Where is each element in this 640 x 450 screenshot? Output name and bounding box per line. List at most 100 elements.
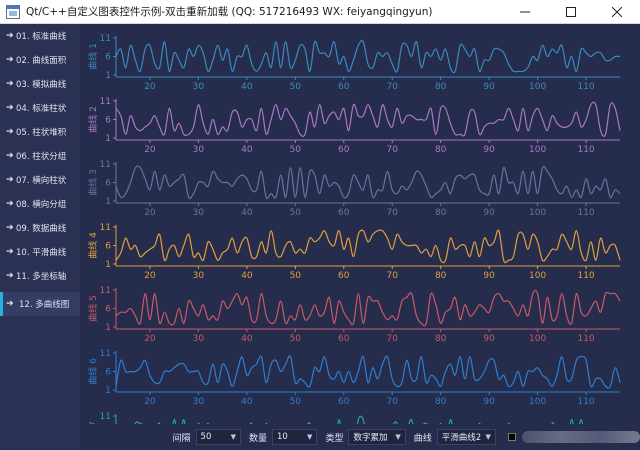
count-value: 10 xyxy=(277,432,288,442)
sidebar-item-label: 04. 标准柱状 xyxy=(16,104,67,114)
sidebar-item-08[interactable]: ➔ 08. 横向分组 xyxy=(0,192,80,216)
interval-value: 50 xyxy=(200,432,212,442)
x-tick-label: 20 xyxy=(144,82,156,92)
arrow-right-icon: ➔ xyxy=(6,127,14,137)
x-tick-label: 100 xyxy=(529,397,546,407)
color-swatch[interactable] xyxy=(507,433,516,441)
x-tick-label: 70 xyxy=(387,334,399,344)
x-tick-label: 40 xyxy=(241,82,253,92)
series-label: 曲线 1 xyxy=(87,43,99,70)
x-tick-label: 20 xyxy=(144,271,156,281)
sidebar-item-02[interactable]: ➔ 02. 曲线面积 xyxy=(0,48,80,72)
sidebar-item-04[interactable]: ➔ 04. 标准柱状 xyxy=(0,96,80,120)
sidebar-item-03[interactable]: ➔ 03. 模拟曲线 xyxy=(0,72,80,96)
x-tick-label: 60 xyxy=(338,208,350,218)
x-tick-label: 100 xyxy=(529,208,546,218)
x-tick-label: 60 xyxy=(338,397,350,407)
sidebar-item-01[interactable]: ➔ 01. 标准曲线 xyxy=(0,24,80,48)
x-tick-label: 110 xyxy=(577,334,594,344)
y-tick-label: 6 xyxy=(105,179,111,189)
blurred-watermark xyxy=(521,431,640,443)
sidebar-item-07[interactable]: ➔ 07. 横向柱状 xyxy=(0,168,80,192)
x-tick-label: 40 xyxy=(241,334,253,344)
series-label: 曲线 5 xyxy=(87,295,99,322)
arrow-right-icon: ➔ xyxy=(6,103,14,113)
multi-curve-chart-area[interactable]: 1 6 11 20 30 40 50 60 70 80 90 100 110 曲线 1 1 6 11 20 30 40… xyxy=(86,26,634,424)
x-tick-label: 110 xyxy=(577,145,594,155)
series-line xyxy=(134,415,584,424)
x-tick-label: 90 xyxy=(483,334,495,344)
sidebar-item-10[interactable]: ➔ 10. 平滑曲线 xyxy=(0,240,80,264)
y-tick-label: 1 xyxy=(105,260,111,270)
x-tick-label: 90 xyxy=(483,208,495,218)
arrow-right-icon: ➔ xyxy=(6,299,14,309)
series-line xyxy=(115,289,621,327)
arrow-right-icon: ➔ xyxy=(6,31,14,41)
x-tick-label: 70 xyxy=(387,397,399,407)
chevron-down-icon: ▼ xyxy=(307,433,313,441)
interval-label: 间隔 xyxy=(172,433,191,444)
sidebar-item-label: 01. 标准曲线 xyxy=(16,32,67,42)
y-tick-label: 6 xyxy=(105,116,111,126)
y-tick-label: 1 xyxy=(105,71,111,81)
x-tick-label: 30 xyxy=(193,82,205,92)
curve-value: 平滑曲线2 xyxy=(441,433,482,443)
count-select[interactable]: 10 ▼ xyxy=(272,429,318,445)
sidebar-item-label: 05. 柱状堆积 xyxy=(16,128,67,138)
chevron-down-icon: ▼ xyxy=(230,433,236,441)
type-select[interactable]: 数字累加 ▼ xyxy=(348,429,406,445)
minimize-button[interactable] xyxy=(502,0,548,24)
x-tick-label: 80 xyxy=(435,271,447,281)
type-label: 类型 xyxy=(325,433,344,444)
x-tick-label: 80 xyxy=(435,145,447,155)
sidebar-item-label: 09. 数据曲线 xyxy=(16,224,67,234)
sidebar-item-label: 10. 平滑曲线 xyxy=(16,248,67,258)
x-tick-label: 50 xyxy=(290,334,302,344)
series-line xyxy=(115,39,621,74)
y-tick-label: 11 xyxy=(100,286,111,296)
x-tick-label: 20 xyxy=(144,145,156,155)
x-tick-label: 70 xyxy=(387,208,399,218)
sidebar-item-label: 11. 多坐标轴 xyxy=(16,272,67,282)
curve-select[interactable]: 平滑曲线2 ▼ xyxy=(436,429,496,445)
series-label: 曲线 3 xyxy=(87,169,99,196)
maximize-button[interactable] xyxy=(548,0,594,24)
x-tick-label: 50 xyxy=(290,82,302,92)
sidebar-item-12[interactable]: ➔ 12. 多曲线图 xyxy=(0,292,80,316)
x-tick-label: 90 xyxy=(483,145,495,155)
x-tick-label: 50 xyxy=(290,397,302,407)
x-tick-label: 70 xyxy=(387,145,399,155)
y-tick-label: 6 xyxy=(105,305,111,315)
y-tick-label: 11 xyxy=(100,349,111,359)
series-label: 曲线 2 xyxy=(87,106,99,133)
x-tick-label: 40 xyxy=(241,145,253,155)
sidebar-item-05[interactable]: ➔ 05. 柱状堆积 xyxy=(0,120,80,144)
interval-select[interactable]: 50 ▼ xyxy=(195,429,241,445)
x-tick-label: 40 xyxy=(241,208,253,218)
count-label: 数量 xyxy=(248,433,267,444)
x-tick-label: 100 xyxy=(529,334,546,344)
x-tick-label: 110 xyxy=(577,208,594,218)
title-bar: Qt/C++自定义图表控件示例-双击重新加载 (QQ: 517216493 WX… xyxy=(0,0,640,24)
window-title: Qt/C++自定义图表控件示例-双击重新加载 (QQ: 517216493 WX… xyxy=(26,6,433,18)
x-tick-label: 30 xyxy=(193,145,205,155)
arrow-right-icon: ➔ xyxy=(6,175,14,185)
x-tick-label: 100 xyxy=(529,82,546,92)
x-tick-label: 100 xyxy=(529,145,546,155)
chevron-down-icon: ▼ xyxy=(395,433,401,441)
series-label: 曲线 4 xyxy=(87,232,99,259)
sidebar-item-label: 03. 模拟曲线 xyxy=(16,80,67,90)
sidebar-item-06[interactable]: ➔ 06. 柱状分组 xyxy=(0,144,80,168)
series-line xyxy=(115,165,621,199)
y-tick-label: 6 xyxy=(105,242,111,252)
arrow-right-icon: ➔ xyxy=(6,247,14,257)
y-tick-label: 11 xyxy=(100,34,111,44)
sidebar-item-11[interactable]: ➔ 11. 多坐标轴 xyxy=(0,264,80,288)
x-tick-label: 80 xyxy=(435,82,447,92)
x-tick-label: 80 xyxy=(435,397,447,407)
y-tick-label: 11 xyxy=(100,160,111,170)
sidebar-item-09[interactable]: ➔ 09. 数据曲线 xyxy=(0,216,80,240)
sidebar-item-label: 07. 横向柱状 xyxy=(16,176,67,186)
close-button[interactable] xyxy=(594,0,640,24)
x-tick-label: 20 xyxy=(144,208,156,218)
